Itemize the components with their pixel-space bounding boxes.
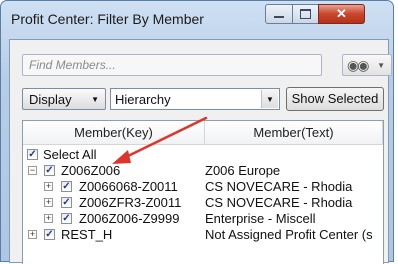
dialog-body: Find Members... ◉◉ ▼ Display ▼ Hierarchy… [9, 39, 392, 264]
hierarchy-select[interactable]: Hierarchy ▼ [110, 88, 280, 110]
find-button[interactable]: ◉◉ ▼ [342, 54, 392, 76]
member-key: REST_H [61, 227, 113, 242]
expand-icon[interactable]: + [44, 182, 53, 191]
find-members-input[interactable]: Find Members... [22, 54, 322, 76]
chevron-down-icon: ▼ [91, 95, 99, 104]
tree-row[interactable]: + ✓ Z006Z006-Z9999 Enterprise - Miscell [23, 211, 383, 227]
member-text: CS NOVECARE - Rhodia [205, 195, 353, 210]
select-all-checkbox[interactable]: ✓ [27, 149, 38, 160]
member-key: Z0066068-Z0011 [79, 179, 178, 194]
maximize-icon [300, 9, 311, 19]
select-all-row[interactable]: ✓ Select All [23, 147, 383, 163]
display-dropdown-button[interactable]: Display ▼ [22, 88, 106, 110]
tree-row[interactable]: − ✓ Z006Z006 Z006 Europe [23, 163, 383, 179]
row-checkbox[interactable]: ✓ [44, 229, 55, 240]
column-header-member-key[interactable]: Member(Key) [23, 121, 205, 145]
member-text: CS NOVECARE - Rhodia [205, 179, 353, 194]
chevron-down-icon: ▼ [377, 61, 385, 70]
minimize-icon [274, 16, 284, 18]
expand-icon[interactable]: + [44, 214, 53, 223]
member-text: Not Assigned Profit Center (s [205, 227, 373, 242]
row-checkbox[interactable]: ✓ [61, 181, 72, 192]
hierarchy-value: Hierarchy [115, 92, 171, 107]
member-key: Z006ZFR3-Z0011 [79, 195, 182, 210]
close-icon: ✕ [336, 6, 347, 21]
column-header-member-text[interactable]: Member(Text) [205, 121, 383, 145]
member-text: Z006 Europe [205, 163, 281, 178]
expand-icon[interactable]: + [44, 198, 53, 207]
chevron-down-icon[interactable]: ▼ [261, 90, 278, 108]
member-key: Z006Z006-Z9999 [79, 211, 180, 226]
select-all-label: Select All [43, 147, 97, 162]
tree-row[interactable]: + ✓ Z0066068-Z0011 CS NOVECARE - Rhodia [23, 179, 383, 195]
row-checkbox[interactable]: ✓ [44, 165, 55, 176]
window-title: Profit Center: Filter By Member [11, 11, 204, 27]
row-checkbox[interactable]: ✓ [61, 213, 72, 224]
title-bar[interactable]: Profit Center: Filter By Member ✕ [1, 1, 393, 35]
display-label: Display [29, 92, 72, 107]
row-checkbox[interactable]: ✓ [61, 197, 72, 208]
show-selected-button[interactable]: Show Selected [286, 87, 384, 111]
expand-icon[interactable]: + [28, 230, 37, 239]
collapse-icon[interactable]: − [28, 166, 37, 175]
tree-header: Member(Key) Member(Text) [23, 121, 383, 145]
maximize-button[interactable] [292, 4, 319, 24]
binoculars-icon: ◉◉ [347, 56, 369, 73]
minimize-button[interactable] [265, 4, 293, 24]
close-button[interactable]: ✕ [318, 4, 365, 24]
search-row: Find Members... ◉◉ ▼ [22, 54, 392, 78]
tree-row[interactable]: + ✓ Z006ZFR3-Z0011 CS NOVECARE - Rhodia [23, 195, 383, 211]
member-tree: Member(Key) Member(Text) ✓ Select All − … [22, 120, 384, 264]
filter-dialog-window: Profit Center: Filter By Member ✕ Find M… [0, 0, 394, 264]
member-text: Enterprise - Miscell [205, 211, 316, 226]
tree-row[interactable]: + ✓ REST_H Not Assigned Profit Center (s [23, 227, 383, 243]
member-key: Z006Z006 [61, 163, 121, 178]
